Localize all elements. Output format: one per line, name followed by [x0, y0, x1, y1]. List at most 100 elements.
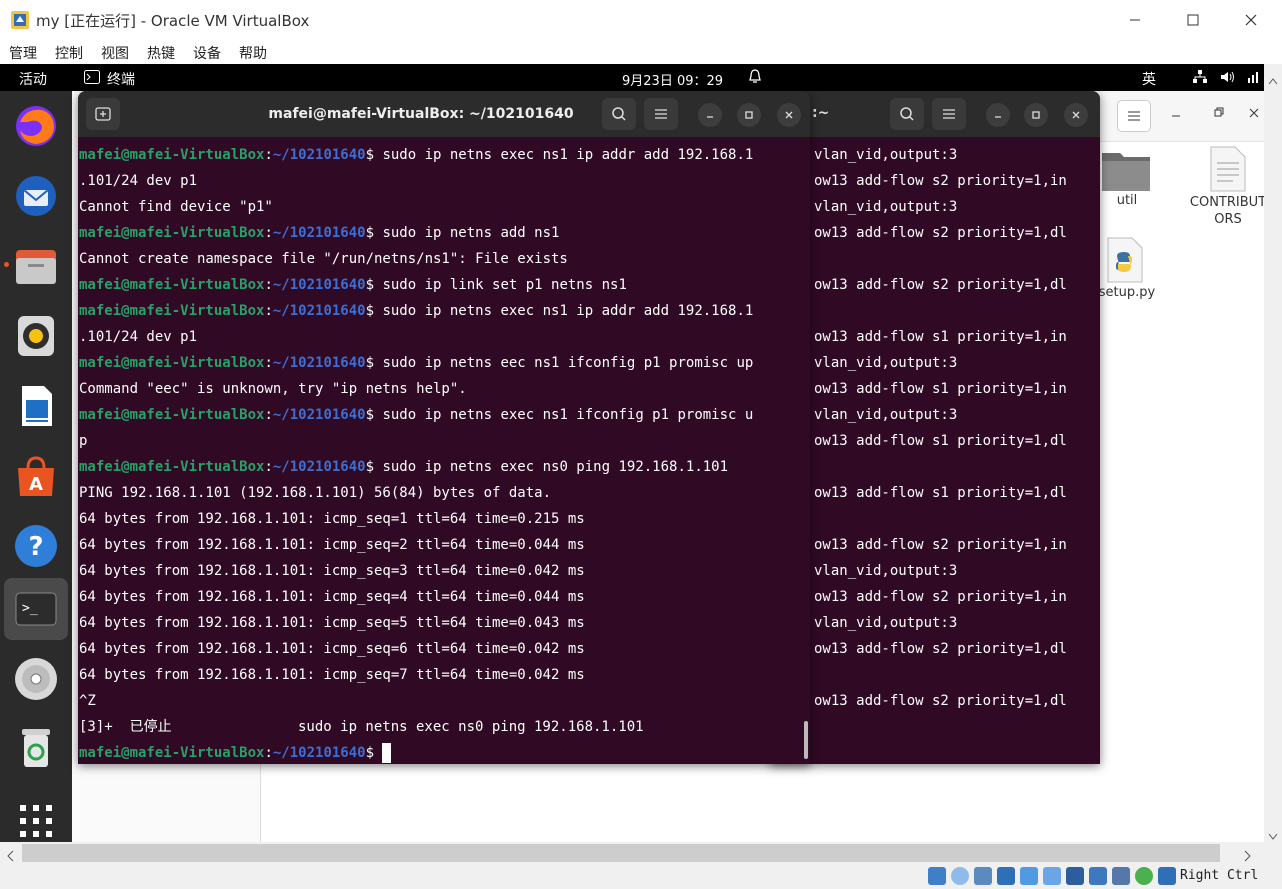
host-vertical-scrollbar[interactable] — [1264, 64, 1282, 842]
file-manager-restore-icon[interactable] — [1211, 105, 1225, 124]
python-file-icon[interactable] — [1104, 236, 1144, 284]
maximize-icon — [1187, 14, 1199, 26]
terminal-line: mafei@mafei-VirtualBox:~/102101640$ sudo… — [79, 402, 753, 428]
running-indicator — [4, 262, 9, 267]
terminal-maximize-button[interactable] — [737, 103, 761, 127]
terminal2-output[interactable]: vlan_vid,output:3 ow13 add-flow s2 priori… — [814, 142, 1100, 762]
help-icon[interactable]: ? — [12, 522, 60, 570]
prompt-path: ~/102101640 — [272, 147, 366, 163]
cpu-icon[interactable] — [1112, 867, 1130, 885]
input-method-indicator[interactable]: 英 — [1142, 69, 1156, 89]
shared-folder-icon[interactable] — [1043, 867, 1061, 885]
terminal-minimize-button[interactable] — [698, 103, 722, 127]
terminal2-line: ow13 add-flow s1 priority=1,in — [814, 329, 1067, 345]
volume-icon — [1220, 70, 1236, 88]
file-manager-close-icon[interactable] — [1247, 105, 1261, 124]
prompt-separator: : — [264, 225, 273, 241]
minimize-icon — [995, 116, 1001, 118]
files-icon[interactable] — [12, 242, 60, 290]
prompt-separator: : — [264, 147, 273, 163]
folder-util-icon[interactable] — [1100, 147, 1152, 193]
file-manager-minimize-icon[interactable] — [1169, 105, 1183, 124]
menu-view[interactable]: 视图 — [101, 43, 129, 63]
prompt-user: mafei@mafei-VirtualBox — [79, 745, 265, 761]
terminal-title: mafei@mafei-VirtualBox: ~/102101640 — [268, 106, 574, 122]
keyboard-capture-icon[interactable] — [1158, 867, 1176, 885]
terminal-window: mafei@mafei-VirtualBox: ~/102101640 mafe… — [78, 91, 810, 764]
prompt-user: mafei@mafei-VirtualBox — [79, 303, 265, 319]
network-adapter-icon[interactable] — [997, 867, 1015, 885]
firefox-icon[interactable] — [12, 102, 60, 150]
rhythmbox-icon[interactable] — [12, 312, 60, 360]
svg-text:>_: >_ — [22, 601, 38, 616]
scroll-down-icon[interactable] — [1268, 826, 1278, 845]
new-tab-button[interactable] — [86, 98, 120, 130]
app-menu-label[interactable]: 终端 — [107, 69, 135, 89]
video-capture-icon[interactable] — [1089, 867, 1107, 885]
disc-icon[interactable] — [12, 655, 60, 703]
terminal2-search-button[interactable] — [890, 98, 924, 130]
terminal2-line: vlan_vid,output:3 — [814, 407, 958, 423]
terminal2-line: ow13 add-flow s2 priority=1,dl — [814, 277, 1067, 293]
terminal2-menu-button[interactable] — [932, 98, 966, 130]
close-icon — [785, 111, 793, 119]
optical-drive-icon[interactable] — [951, 867, 969, 885]
hard-disk-icon[interactable] — [928, 867, 946, 885]
alarm-bell-icon — [748, 69, 762, 88]
terminal-line: 64 bytes from 192.168.1.101: icmp_seq=2 … — [79, 537, 585, 553]
terminal-icon[interactable]: >_ — [12, 585, 60, 633]
dock: A ? >_ — [0, 91, 72, 842]
text-file-icon[interactable] — [1207, 145, 1247, 193]
software-icon[interactable]: A — [12, 452, 60, 500]
prompt-user: mafei@mafei-VirtualBox — [79, 147, 265, 163]
scroll-thumb[interactable] — [22, 844, 1220, 862]
terminal-line: mafei@mafei-VirtualBox:~/102101640$ sudo… — [79, 272, 627, 298]
hamburger-icon — [943, 109, 955, 119]
mouse-integration-icon[interactable] — [1135, 867, 1153, 885]
menu-hotkey[interactable]: 热键 — [147, 43, 175, 63]
scroll-up-icon[interactable] — [1268, 70, 1278, 89]
network-icon — [1192, 70, 1208, 88]
terminal-output[interactable]: mafei@mafei-VirtualBox:~/102101640$ sudo… — [79, 142, 801, 764]
search-button[interactable] — [602, 98, 636, 130]
usb-icon[interactable] — [1020, 867, 1038, 885]
audio-icon[interactable] — [974, 867, 992, 885]
terminal2-line: vlan_vid,output:3 — [814, 147, 958, 163]
terminal2-minimize-button[interactable] — [986, 103, 1010, 127]
minimize-button[interactable] — [1106, 0, 1164, 40]
terminal-scrollbar-thumb[interactable] — [804, 721, 808, 759]
terminal2-close-button[interactable] — [1064, 103, 1088, 127]
prompt-path: ~/102101640 — [272, 303, 366, 319]
activities-button[interactable]: 活动 — [19, 69, 47, 89]
terminal-line: mafei@mafei-VirtualBox:~/102101640$ sudo… — [79, 220, 559, 246]
clock[interactable]: 9月23日 09：29 — [622, 70, 723, 89]
terminal2-maximize-button[interactable] — [1024, 103, 1048, 127]
writer-icon[interactable] — [12, 382, 60, 430]
prompt-path: ~/102101640 — [272, 355, 366, 371]
command-text: $ sudo ip netns exec ns1 ifconfig p1 pro… — [365, 407, 754, 423]
trash-icon[interactable] — [12, 725, 60, 773]
maximize-button[interactable] — [1164, 0, 1222, 40]
terminal-menu-button[interactable] — [644, 98, 678, 130]
prompt-path: ~/102101640 — [272, 459, 366, 475]
app-grid-icon[interactable] — [12, 797, 60, 842]
host-window-title: my [正在运行] - Oracle VM VirtualBox — [36, 12, 310, 30]
prompt-separator: : — [264, 407, 273, 423]
thunderbird-icon[interactable] — [12, 172, 60, 220]
command-text: $ sudo ip netns eec ns1 ifconfig p1 prom… — [365, 355, 754, 371]
terminal2-line: ow13 add-flow s1 priority=1,dl — [814, 485, 1067, 501]
menu-help[interactable]: 帮助 — [239, 43, 267, 63]
close-icon — [1072, 111, 1080, 119]
menu-machine[interactable]: 管理 — [9, 43, 37, 63]
close-button[interactable] — [1222, 0, 1280, 40]
terminal-close-button[interactable] — [777, 103, 801, 127]
host-horizontal-scrollbar[interactable] — [0, 842, 1264, 864]
terminal-line: 64 bytes from 192.168.1.101: icmp_seq=5 … — [79, 615, 585, 631]
display-icon[interactable] — [1066, 867, 1084, 885]
gnome-topbar: 活动 终端 9月23日 09：29 英 — [0, 64, 1264, 91]
terminal2-line: ow13 add-flow s2 priority=1,dl — [814, 641, 1067, 657]
menu-control[interactable]: 控制 — [55, 43, 83, 63]
menu-devices[interactable]: 设备 — [193, 43, 221, 63]
terminal-line: .101/24 dev p1 — [79, 329, 198, 345]
file-manager-menu-button[interactable] — [1117, 100, 1151, 132]
